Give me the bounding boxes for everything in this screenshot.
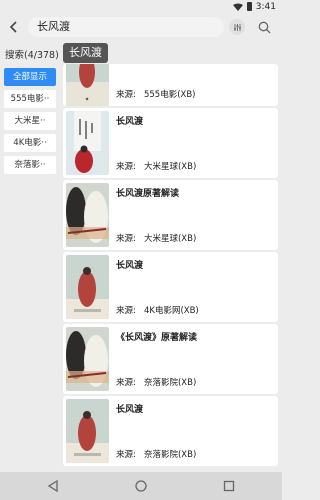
result-source: 来源: 大米星球(XB) xyxy=(116,234,197,244)
result-title: 长风渡原著解读 xyxy=(116,189,180,199)
poster-thumbnail xyxy=(66,111,109,175)
system-nav-bar xyxy=(0,472,282,500)
back-button[interactable] xyxy=(6,19,22,35)
search-input[interactable]: 长风渡 xyxy=(28,17,224,37)
nav-recents-button[interactable] xyxy=(222,479,236,493)
sidebar-item-555[interactable]: 555电影·· xyxy=(4,90,56,108)
source-sidebar: 全部显示 555电影·· 大米星·· 4K电影·· 奈落影·· xyxy=(4,68,60,178)
keyword-chip[interactable]: 长风渡 xyxy=(63,43,108,63)
poster-thumbnail xyxy=(66,327,109,391)
back-arrow-icon xyxy=(9,21,17,33)
poster-thumbnail xyxy=(66,399,109,463)
result-card[interactable]: 《长风渡》原著解读 来源: 奈落影院(XB) xyxy=(63,324,278,394)
sidebar-item-nailuo[interactable]: 奈落影·· xyxy=(4,156,56,174)
wifi-icon xyxy=(232,3,243,11)
results-header: 搜索(4/378) 长风渡 xyxy=(0,42,282,64)
triangle-back-icon xyxy=(47,480,58,492)
sidebar-item-dami[interactable]: 大米星·· xyxy=(4,112,56,130)
result-count: 搜索(4/378) xyxy=(5,50,59,61)
poster-thumbnail: ◆ xyxy=(66,64,109,106)
poster-thumbnail xyxy=(66,255,109,319)
result-title: 《长风渡》原著解读 xyxy=(116,333,198,343)
result-card[interactable]: 长风渡 来源: 奈落影院(XB) xyxy=(63,396,278,466)
poster-thumbnail xyxy=(66,183,109,247)
result-title: 长风渡 xyxy=(116,405,144,415)
status-time: 3:41 xyxy=(255,1,276,12)
result-title: 长风渡 xyxy=(116,117,144,127)
result-card[interactable]: 长风渡 来源: 大米星球(XB) xyxy=(63,108,278,178)
filter-icon xyxy=(233,23,241,31)
result-card[interactable]: ◆ 来源: 555电影(XB) xyxy=(63,64,278,106)
search-toolbar: 长风渡 xyxy=(0,13,282,41)
nav-home-button[interactable] xyxy=(134,479,148,493)
status-bar: 3:41 xyxy=(0,0,282,13)
result-source: 来源: 大米星球(XB) xyxy=(116,162,197,172)
nav-back-button[interactable] xyxy=(46,479,60,493)
result-source: 来源: 4K电影网(XB) xyxy=(116,306,199,316)
circle-home-icon xyxy=(135,480,147,492)
result-card[interactable]: 长风渡原著解读 来源: 大米星球(XB) xyxy=(63,180,278,250)
search-icon xyxy=(258,21,270,33)
result-source: 来源: 奈落影院(XB) xyxy=(116,450,197,460)
sidebar-item-all[interactable]: 全部显示 xyxy=(4,68,56,86)
result-title: 长风渡 xyxy=(116,261,144,271)
sidebar-item-4k[interactable]: 4K电影·· xyxy=(4,134,56,152)
results-list: ◆ 来源: 555电影(XB) 长风渡 来源: 大米星球(XB) 长风渡原著解读… xyxy=(63,64,278,472)
battery-icon xyxy=(246,2,252,11)
filter-button[interactable] xyxy=(229,19,245,35)
result-card[interactable]: 长风渡 来源: 4K电影网(XB) xyxy=(63,252,278,322)
result-source: 来源: 555电影(XB) xyxy=(116,90,196,100)
result-source: 来源: 奈落影院(XB) xyxy=(116,378,197,388)
square-recents-icon xyxy=(223,480,235,492)
search-button[interactable] xyxy=(256,19,272,35)
